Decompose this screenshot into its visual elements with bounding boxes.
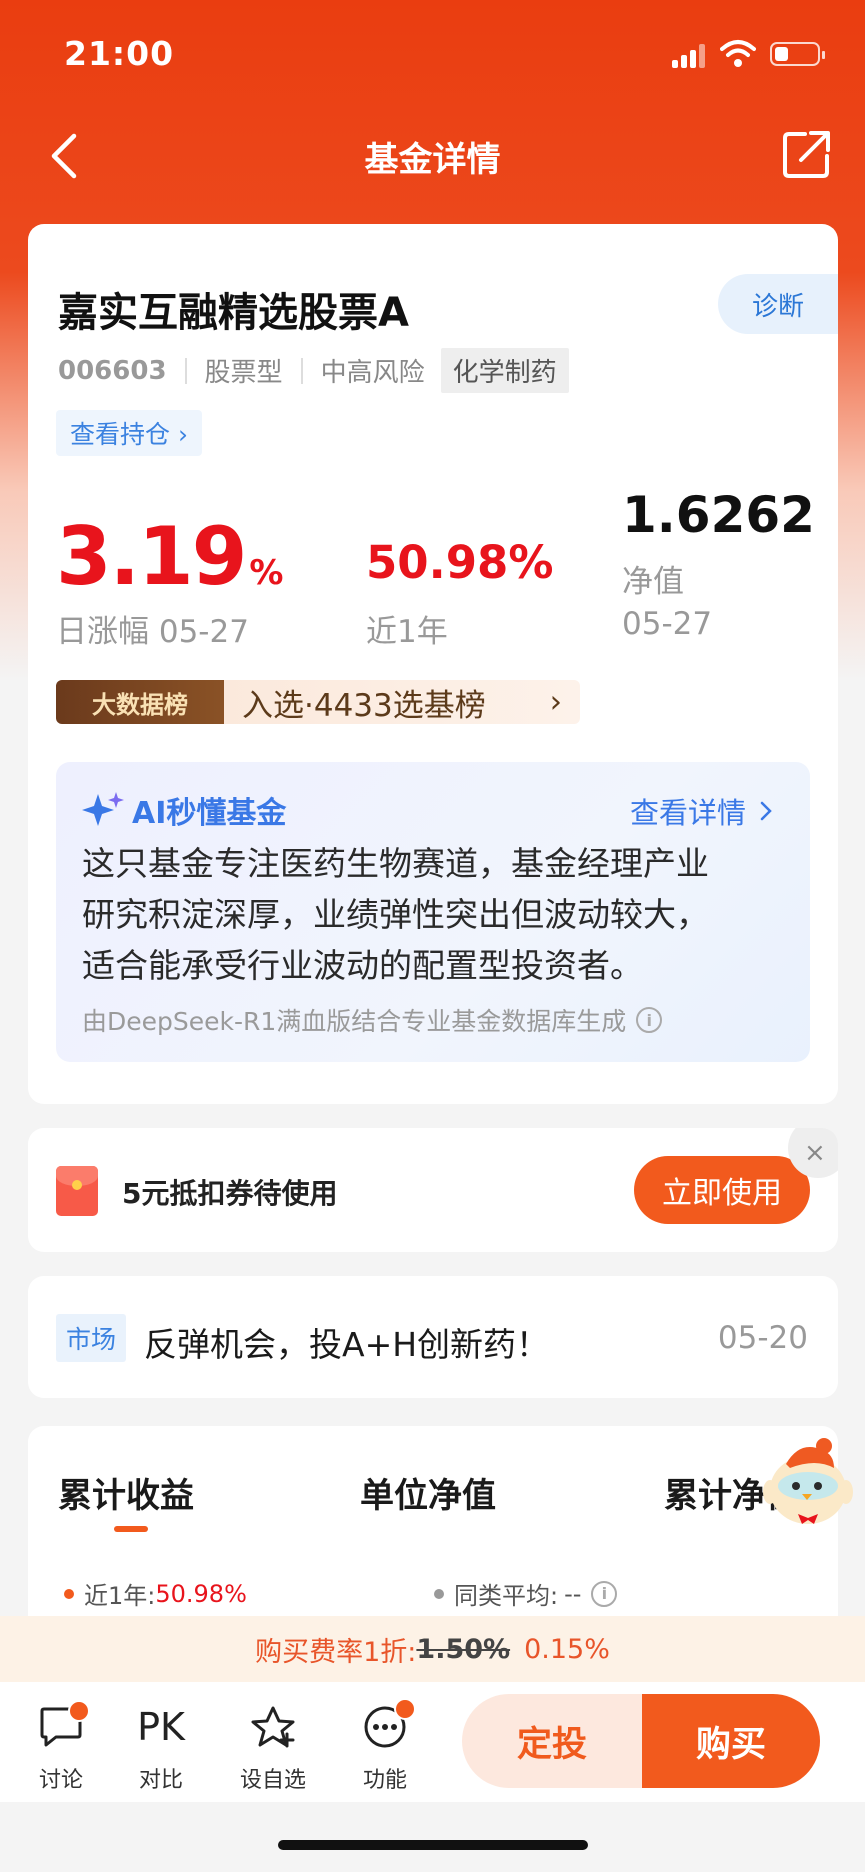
bigdata-ranking-text: 入选·4433选基榜	[242, 687, 486, 724]
divider	[300, 357, 303, 384]
daily-change-label: 日涨幅 05-27	[56, 614, 249, 650]
news-title: 反弹机会，投A+H创新药！	[144, 1325, 550, 1364]
notification-dot	[394, 1698, 416, 1720]
fund-meta-row: 006603 股票型 中高风险 化学制药	[58, 348, 569, 393]
discuss-label: 讨论	[38, 1768, 83, 1793]
industry-tag[interactable]: 化学制药	[440, 348, 569, 393]
status-time: 21:00	[64, 34, 175, 73]
bigdata-ranking-banner[interactable]: 大数据榜 入选·4433选基榜 ›	[56, 680, 580, 724]
ai-title: AI秒懂基金	[82, 788, 286, 832]
active-tab-indicator	[114, 1526, 148, 1532]
fund-summary-card: 嘉实互融精选股票A 诊断 006603 股票型 中高风险 化学制药 查看持仓 ›…	[28, 224, 838, 1104]
ai-summary-panel: AI秒懂基金 查看详情 这只基金专注医药生物赛道，基金经理产业 研究积淀深厚，业…	[56, 762, 810, 1062]
chevron-right-icon: ›	[549, 684, 562, 720]
ai-summary-line: 适合能承受行业波动的配置型投资者。	[82, 946, 643, 985]
sparkle-icon	[82, 792, 124, 826]
close-glyph: ×	[804, 1138, 826, 1168]
red-envelope-icon	[56, 1166, 98, 1216]
legend-dot	[434, 1588, 444, 1599]
nav-bar: 基金详情	[0, 108, 865, 204]
ai-summary-line: 这只基金专注医药生物赛道，基金经理产业	[82, 844, 709, 883]
mascot-assistant-icon[interactable]	[756, 1432, 856, 1532]
use-coupon-button[interactable]: 立即使用	[634, 1156, 810, 1224]
battery-icon	[770, 42, 825, 66]
fee-strip: 购买费率1折: 1.50% 0.15%	[0, 1616, 865, 1682]
star-icon	[251, 1706, 295, 1748]
share-icon[interactable]	[777, 124, 837, 184]
fee-prefix: 购买费率1折:	[255, 1636, 417, 1668]
fee-discounted: 0.15%	[524, 1633, 610, 1665]
functions-button[interactable]: 功能	[340, 1698, 430, 1798]
daily-change-value: 3.19	[56, 510, 247, 603]
fund-type: 股票型	[204, 358, 283, 388]
tab-unit-nav[interactable]: 单位净值	[360, 1468, 496, 1517]
chevron-right-icon	[760, 801, 772, 821]
legend-peer-value: --	[564, 1579, 582, 1608]
compare-label: 对比	[138, 1768, 183, 1793]
buy-button[interactable]: 购买	[642, 1694, 820, 1788]
info-icon[interactable]: i	[591, 1580, 618, 1607]
bottom-safe-area	[0, 1802, 865, 1872]
wifi-icon	[720, 40, 756, 67]
bigdata-badge: 大数据榜	[56, 680, 224, 724]
year-return-value: 50.98%	[366, 536, 554, 589]
notification-dot	[68, 1700, 90, 1722]
nav-label: 净值	[622, 564, 684, 600]
fund-name: 嘉实互融精选股票A	[58, 290, 409, 336]
functions-label: 功能	[362, 1768, 407, 1793]
add-watchlist-button[interactable]: 设自选	[228, 1698, 318, 1798]
pk-icon: PK	[137, 1705, 185, 1749]
tab-cumulative-return[interactable]: 累计收益	[58, 1468, 194, 1517]
bigdata-text: 入选·4433选基榜 ›	[224, 680, 580, 724]
legend-year-label: 近1年:	[84, 1582, 156, 1610]
ai-detail-label: 查看详情	[629, 796, 746, 830]
purchase-actions: 定投 购买	[462, 1694, 820, 1788]
info-icon[interactable]: i	[636, 1007, 663, 1033]
diagnose-button[interactable]: 诊断	[718, 274, 838, 334]
legend-peer-label: 同类平均:	[454, 1582, 559, 1610]
watchlist-label: 设自选	[239, 1768, 306, 1793]
divider	[184, 357, 187, 384]
daily-change-unit: %	[249, 553, 284, 593]
view-holdings-link[interactable]: 查看持仓 ›	[56, 410, 202, 456]
home-indicator[interactable]	[278, 1840, 588, 1850]
coupon-text: 5元抵扣券待使用	[122, 1177, 338, 1210]
legend-peer-average: 同类平均: -- i	[434, 1576, 618, 1611]
page-title: 基金详情	[364, 140, 501, 180]
ai-source-text: 由DeepSeek-R1满血版结合专业基金数据库生成	[82, 1007, 627, 1036]
ai-title-text: AI秒懂基金	[132, 796, 287, 831]
ai-detail-link[interactable]: 查看详情	[630, 790, 778, 832]
nav-value: 1.6262	[622, 486, 815, 544]
ai-summary-text: 这只基金专注医药生物赛道，基金经理产业 研究积淀深厚，业绩弹性突出但波动较大， …	[82, 838, 782, 991]
fund-risk: 中高风险	[320, 358, 425, 388]
legend-dot	[64, 1588, 74, 1599]
year-return-label: 近1年	[366, 614, 448, 650]
fee-original: 1.50%	[416, 1633, 511, 1665]
news-date: 05-20	[717, 1320, 808, 1356]
coupon-card: 5元抵扣券待使用 立即使用 ×	[28, 1128, 838, 1252]
ai-summary-line: 研究积淀深厚，业绩弹性突出但波动较大，	[82, 895, 709, 934]
legend-year: 近1年: 50.98%	[64, 1576, 247, 1611]
nav-date: 05-27	[622, 606, 713, 642]
discuss-button[interactable]: 讨论	[16, 1698, 106, 1798]
compare-button[interactable]: PK 对比	[116, 1698, 206, 1798]
signal-icon	[672, 44, 706, 68]
legend-year-value: 50.98%	[155, 1579, 247, 1608]
news-tag: 市场	[56, 1314, 127, 1362]
fund-code: 006603	[58, 355, 167, 386]
ai-source-note: 由DeepSeek-R1满血版结合专业基金数据库生成 i	[82, 1002, 663, 1038]
market-news-card[interactable]: 市场 反弹机会，投A+H创新药！ 05-20	[28, 1276, 838, 1398]
bottom-toolbar: 讨论 PK 对比 设自选 功能 定投 购买	[0, 1682, 865, 1802]
sip-button[interactable]: 定投	[462, 1694, 642, 1788]
status-bar: 21:00	[0, 0, 865, 108]
daily-change: 3.19%	[56, 510, 283, 603]
